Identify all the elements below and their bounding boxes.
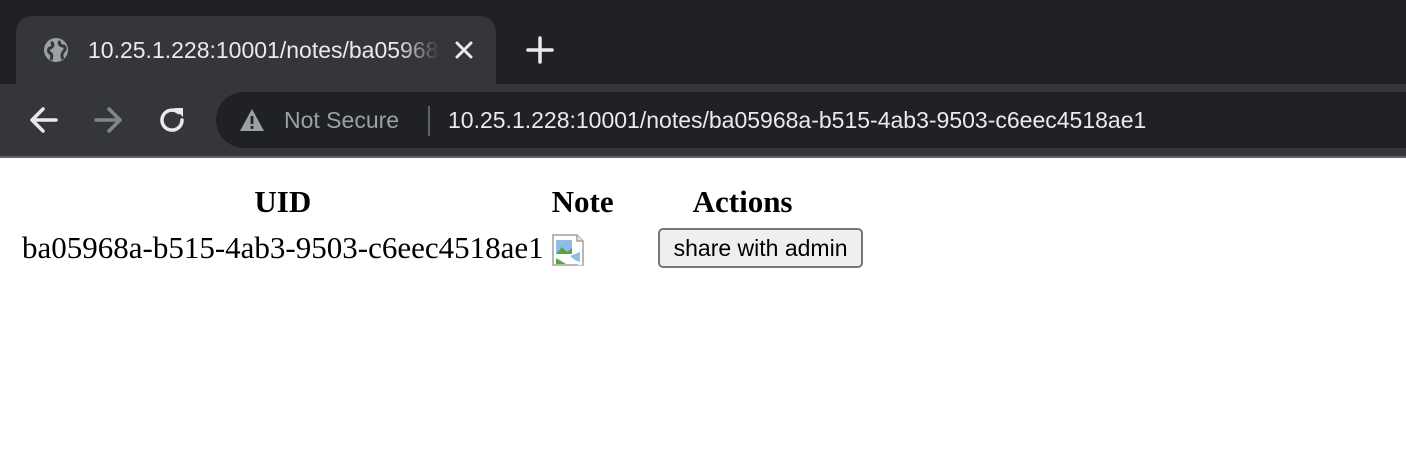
arrow-right-icon — [94, 107, 122, 133]
actions-header: Actions — [692, 184, 793, 219]
back-button[interactable] — [26, 102, 62, 138]
uid-cell: ba05968a-b515-4ab3-9503-c6eec4518ae1 — [22, 230, 544, 265]
reload-icon — [160, 108, 184, 132]
globe-icon — [42, 36, 70, 64]
tab-title: 10.25.1.228:10001/notes/ba05968a-b515-4a… — [88, 37, 440, 63]
new-tab-button[interactable] — [524, 34, 556, 66]
warning-icon[interactable] — [238, 106, 266, 134]
uid-header: UID — [254, 184, 312, 219]
broken-image-icon — [551, 234, 584, 267]
address-bar[interactable]: Not Secure 10.25.1.228:10001/notes/ba059… — [216, 92, 1406, 148]
browser-toolbar: Not Secure 10.25.1.228:10001/notes/ba059… — [0, 84, 1406, 156]
table-row: ba05968a-b515-4ab3-9503-c6eec4518ae1 sha… — [20, 226, 865, 270]
close-icon[interactable] — [450, 36, 478, 64]
share-with-admin-button[interactable]: share with admin — [657, 228, 864, 268]
address-divider — [428, 106, 430, 136]
forward-button[interactable] — [90, 102, 126, 138]
tab-strip: 10.25.1.228:10001/notes/ba05968a-b515-4a… — [0, 0, 1406, 84]
url-text[interactable]: 10.25.1.228:10001/notes/ba05968a-b515-4a… — [448, 104, 1146, 136]
browser-tab[interactable]: 10.25.1.228:10001/notes/ba05968a-b515-4a… — [16, 16, 496, 84]
reload-button[interactable] — [154, 102, 190, 138]
arrow-left-icon — [30, 107, 58, 133]
plus-icon — [526, 36, 554, 64]
table-header-row: UID Note Actions — [20, 182, 865, 222]
security-label[interactable]: Not Secure — [284, 104, 399, 136]
notes-table: UID Note Actions ba05968a-b515-4ab3-9503… — [16, 178, 869, 274]
page-content: UID Note Actions ba05968a-b515-4ab3-9503… — [0, 158, 1406, 476]
note-cell — [550, 226, 616, 270]
actions-cell: share with admin — [620, 226, 866, 270]
browser-chrome: 10.25.1.228:10001/notes/ba05968a-b515-4a… — [0, 0, 1406, 158]
note-header: Note — [551, 184, 614, 219]
